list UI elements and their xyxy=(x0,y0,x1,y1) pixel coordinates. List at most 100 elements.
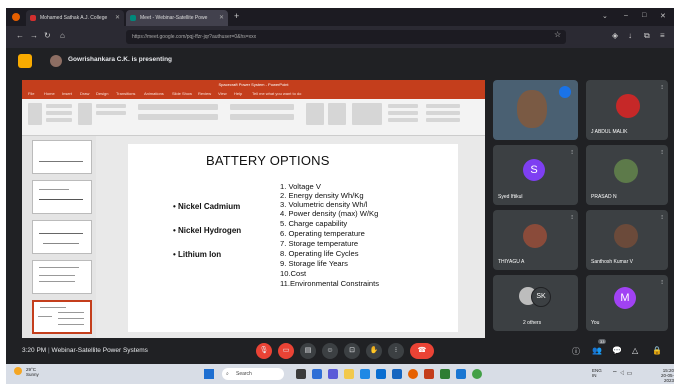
firefox-icon[interactable] xyxy=(408,369,418,379)
more-options-icon[interactable]: ⁝ xyxy=(661,149,663,156)
menu-icon[interactable]: ≡ xyxy=(660,31,665,40)
home-icon[interactable]: ⌂ xyxy=(60,31,65,40)
ppt-menu-slideshow: Slide Show xyxy=(172,91,193,96)
chrome-icon[interactable] xyxy=(472,369,482,379)
raise-hand-button[interactable]: ✋ xyxy=(366,343,382,359)
slide-title: BATTERY OPTIONS xyxy=(206,153,330,168)
option-item: 9. Storage life Years xyxy=(280,259,348,268)
participant-name: Santhosh Kumar V xyxy=(591,259,633,265)
app-icon[interactable] xyxy=(312,369,322,379)
clock-date: 20-05-2023 xyxy=(660,373,674,383)
wifi-sound-battery-icon[interactable]: ⌔ ◁ ▭ xyxy=(612,369,632,377)
ppt-menu-transitions: Transitions xyxy=(116,91,136,96)
more-options-icon[interactable]: ⁝ xyxy=(661,279,663,286)
option-item: 3. Volumetric density Wh/l xyxy=(280,200,368,209)
participant-tile-presenter[interactable] xyxy=(493,80,578,140)
taskbar-clock[interactable]: 15:20 20-05-2023 xyxy=(652,368,674,383)
present-button[interactable]: ⊡ xyxy=(344,343,360,359)
browser-tab-bar: Mohamed Sathak A.J. College ✕ Meet - Web… xyxy=(6,8,674,26)
chat-icon[interactable]: 💬 xyxy=(612,346,622,355)
more-options-icon[interactable]: ⁝ xyxy=(571,149,573,156)
app-icon[interactable] xyxy=(440,369,450,379)
windows-taskbar: 29°C Sunny ⌕ Search ENG IN ⌔ ◁ ▭ 15:20 2… xyxy=(6,364,674,384)
firefox-icon xyxy=(12,13,20,21)
bookmark-star-icon[interactable]: ☆ xyxy=(554,30,561,39)
emoji-button[interactable]: ☺ xyxy=(322,343,338,359)
participant-tile[interactable]: ⁝ PRASAD N xyxy=(586,145,668,205)
downloads-icon[interactable]: ↓ xyxy=(628,31,632,40)
browser-tab-meet[interactable]: Meet - Webinar-Satellite Powe ✕ xyxy=(126,10,228,26)
participant-tile[interactable]: ⁝ S Syed Iftikul xyxy=(493,145,578,205)
mic-off-button[interactable]: 🎙 xyxy=(256,343,272,359)
ppt-menu-bar: File Home Insert Draw Design Transitions… xyxy=(22,90,485,99)
more-options-icon[interactable]: ⁝ xyxy=(571,214,573,221)
system-tray[interactable]: ENG IN xyxy=(592,368,602,378)
close-tab-icon[interactable]: ✕ xyxy=(115,10,120,26)
slide-thumbnail[interactable] xyxy=(32,220,92,254)
people-icon[interactable]: 👥 xyxy=(592,346,602,355)
host-controls-icon[interactable]: 🔒 xyxy=(652,346,662,355)
meeting-title: Webinar-Satellite Power Systems xyxy=(51,347,148,354)
back-icon[interactable]: ← xyxy=(16,31,24,40)
option-item: 7. Storage temperature xyxy=(280,239,359,248)
participant-tile[interactable]: ⁝ J ABDUL MALIK xyxy=(586,80,668,140)
word-icon[interactable] xyxy=(392,369,402,379)
task-view-icon[interactable] xyxy=(296,369,306,379)
more-options-icon[interactable]: ⁝ xyxy=(661,214,663,221)
slide-thumbnail[interactable] xyxy=(32,260,92,294)
weather-sun-icon[interactable] xyxy=(14,367,22,375)
leave-call-button[interactable]: ☎ xyxy=(410,343,434,359)
camera-off-button[interactable]: ▭ xyxy=(278,343,294,359)
ppt-menu-draw: Draw xyxy=(80,91,90,96)
pocket-icon[interactable]: ◈ xyxy=(612,31,618,40)
store-icon[interactable] xyxy=(376,369,386,379)
presenting-label: Gowrishankara C.K. is presenting xyxy=(68,56,173,63)
shared-screen[interactable]: Spacecraft Power System - PowerPoint Fil… xyxy=(22,80,485,339)
forward-icon[interactable]: → xyxy=(30,31,38,40)
more-options-button[interactable]: ⁝ xyxy=(388,343,404,359)
windows-start-icon[interactable] xyxy=(204,369,214,379)
extensions-icon[interactable]: ⧉ xyxy=(644,31,650,41)
option-item: 8. Operating life Cycles xyxy=(280,249,359,258)
weather-widget[interactable]: 29°C Sunny xyxy=(26,367,39,377)
ppt-menu-animations: Animations xyxy=(144,91,164,96)
participant-tile-others[interactable]: SK 2 others xyxy=(493,275,578,331)
battery-type: • Nickel Hydrogen xyxy=(173,226,242,235)
powerpoint-icon[interactable] xyxy=(424,369,434,379)
teams-icon[interactable] xyxy=(328,369,338,379)
edge-icon[interactable] xyxy=(360,369,370,379)
tab-list-icon[interactable]: ⌄ xyxy=(602,12,608,20)
meet-favicon-icon xyxy=(130,15,136,21)
option-item: 6. Operating temperature xyxy=(280,229,365,238)
separator: | xyxy=(48,347,50,354)
slide-thumbnail[interactable] xyxy=(32,180,92,214)
browser-tab-college[interactable]: Mohamed Sathak A.J. College ✕ xyxy=(26,10,124,26)
participant-tile-self[interactable]: ⁝ M You xyxy=(586,275,668,331)
app-icon[interactable] xyxy=(456,369,466,379)
minimize-icon[interactable]: – xyxy=(624,12,628,19)
option-item: 11.Environmental Constraints xyxy=(280,279,380,288)
participant-name: PRASAD N xyxy=(591,194,617,200)
slide-thumbnail[interactable] xyxy=(32,140,92,174)
meeting-details-icon[interactable]: ⓘ xyxy=(572,346,580,357)
activities-icon[interactable]: △ xyxy=(632,346,638,355)
close-window-icon[interactable]: ✕ xyxy=(660,12,666,20)
more-options-icon[interactable]: ⁝ xyxy=(661,84,663,91)
option-item: 1. Voltage V xyxy=(280,182,321,191)
file-explorer-icon[interactable] xyxy=(344,369,354,379)
reload-icon[interactable]: ↻ xyxy=(44,31,51,40)
participant-tile[interactable]: ⁝ Santhosh Kumar V xyxy=(586,210,668,270)
participant-tile[interactable]: ⁝ THIYAGU A xyxy=(493,210,578,270)
search-label: Search xyxy=(236,371,252,377)
maximize-icon[interactable]: □ xyxy=(642,12,646,19)
participant-name: 2 others xyxy=(523,320,542,326)
new-tab-icon[interactable]: + xyxy=(234,11,239,21)
slide-thumbnail-selected[interactable] xyxy=(32,300,92,334)
close-tab-icon[interactable]: ✕ xyxy=(219,10,224,26)
ppt-menu-design: Design xyxy=(96,91,109,96)
ppt-menu-insert: Insert xyxy=(62,91,73,96)
captions-button[interactable]: ▤ xyxy=(300,343,316,359)
ppt-window-title: Spacecraft Power System - PowerPoint xyxy=(22,80,485,90)
url-bar[interactable]: https://meet.google.com/pqj-ffzr-jqr?aut… xyxy=(126,30,566,44)
taskbar-search[interactable]: ⌕ Search xyxy=(222,368,284,380)
